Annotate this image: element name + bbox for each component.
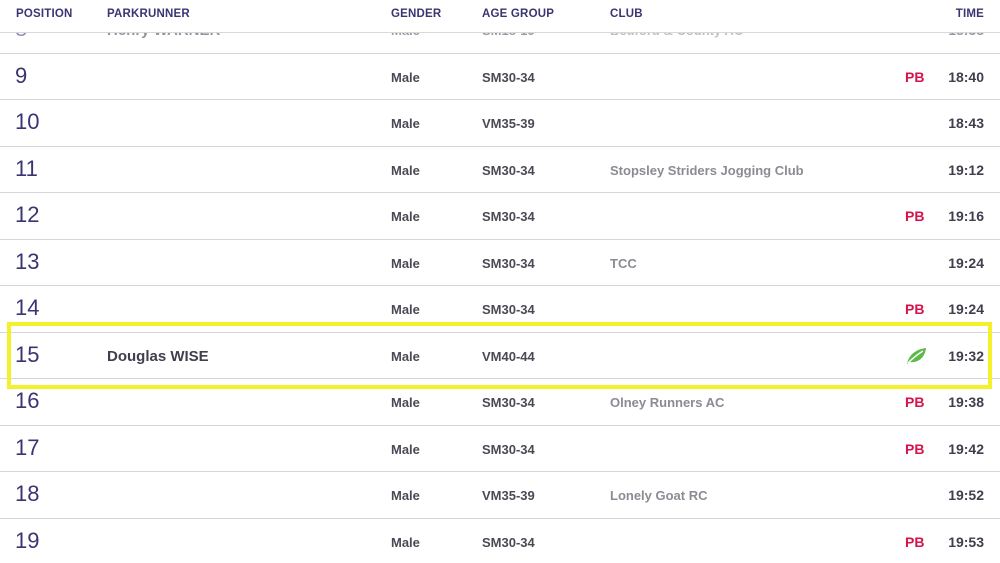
age-group-cell: SM30-34	[482, 209, 535, 224]
age-group-cell: SM30-34	[482, 302, 535, 317]
pb-badge: PB	[905, 533, 925, 550]
gender-cell: Male	[391, 116, 420, 131]
age-group-cell: SM30-34	[482, 534, 535, 550]
age-group-cell: VM35-39	[482, 116, 535, 131]
position-cell: 15	[15, 341, 40, 367]
time-cell: 19:53	[948, 533, 984, 550]
club-link[interactable]: Lonely Goat RC	[610, 488, 708, 503]
position-cell: 19	[15, 527, 40, 553]
header-club[interactable]: CLUB	[610, 8, 643, 20]
pb-badge: PB	[905, 208, 925, 224]
gender-cell: Male	[391, 69, 420, 85]
time-cell: 18:40	[948, 68, 984, 85]
pb-badge: PB	[905, 301, 925, 317]
time-cell: 19:32	[948, 347, 984, 364]
gender-cell: Male	[391, 348, 420, 364]
table-row[interactable]: 13 Male SM30-34 TCC 19:24	[0, 240, 1000, 286]
age-group-cell: VM35-39	[482, 488, 535, 503]
time-cell: 19:52	[948, 487, 984, 503]
leaf-icon	[905, 346, 927, 366]
header-time[interactable]: TIME	[956, 8, 984, 20]
time-cell: 19:24	[948, 254, 984, 271]
gender-cell: Male	[391, 534, 420, 550]
table-row[interactable]: 17 Male SM30-34 PB 19:42	[0, 426, 1000, 472]
runner-name-link[interactable]: Douglas WISE	[107, 348, 209, 365]
age-group-cell: VM40-44	[482, 348, 535, 364]
position-cell: 14	[15, 295, 40, 320]
gender-cell: Male	[391, 488, 420, 503]
time-cell: 18:43	[948, 115, 984, 131]
time-cell: 19:24	[948, 301, 984, 317]
position-cell: 16	[15, 388, 40, 413]
gender-cell: Male	[391, 209, 420, 224]
pb-badge: PB	[905, 68, 925, 85]
gender-cell: Male	[391, 162, 420, 178]
table-row[interactable]: 11 Male SM30-34 Stopsley Striders Jogging C…	[0, 147, 1000, 193]
club-link[interactable]: TCC	[610, 256, 637, 271]
position-cell: 17	[15, 434, 40, 460]
age-group-cell: SM30-34	[482, 395, 535, 410]
results-table: POSITION PARKRUNNER GENDER AGE GROUP CLU…	[0, 0, 1000, 563]
header-parkrunner[interactable]: PARKRUNNER	[107, 8, 190, 20]
time-cell: 19:12	[948, 161, 984, 178]
gender-cell: Male	[391, 441, 420, 457]
header-age-group[interactable]: AGE GROUP	[482, 8, 554, 20]
position-cell: 10	[15, 109, 40, 134]
time-cell: 19:38	[948, 394, 984, 410]
table-header: POSITION PARKRUNNER GENDER AGE GROUP CLU…	[0, 0, 1000, 33]
table-row[interactable]: 16 Male SM30-34 Olney Runners AC PB 19:38	[0, 379, 1000, 426]
table-row[interactable]: 19 Male SM30-34 PB 19:53	[0, 519, 1000, 563]
position-cell: 9	[15, 62, 28, 88]
position-cell: 13	[15, 248, 40, 274]
pb-badge: PB	[905, 394, 925, 410]
age-group-cell: SM30-34	[482, 255, 535, 271]
club-link[interactable]: Olney Runners AC	[610, 395, 724, 410]
table-row[interactable]: 14 Male SM30-34 PB 19:24	[0, 286, 1000, 333]
age-group-cell: SM30-34	[482, 441, 535, 457]
age-group-cell: SM30-34	[482, 162, 535, 178]
header-gender[interactable]: GENDER	[391, 8, 441, 20]
time-cell: 19:16	[948, 208, 984, 224]
header-position[interactable]: POSITION	[16, 8, 73, 20]
club-link[interactable]: Stopsley Striders Jogging Club	[610, 163, 804, 178]
table-row[interactable]: 18 Male VM35-39 Lonely Goat RC 19:52	[0, 472, 1000, 519]
table-row[interactable]: 9 Male SM30-34 PB 18:40	[0, 54, 1000, 100]
gender-cell: Male	[391, 395, 420, 410]
table-row[interactable]: 10 Male VM35-39 18:43	[0, 100, 1000, 147]
position-cell: 11	[15, 155, 38, 181]
gender-cell: Male	[391, 302, 420, 317]
pb-badge: PB	[905, 440, 925, 457]
position-cell: 12	[15, 202, 40, 227]
age-group-cell: SM30-34	[482, 69, 535, 85]
table-row[interactable]: 12 Male SM30-34 PB 19:16	[0, 193, 1000, 240]
time-cell: 19:42	[948, 440, 984, 457]
position-cell: 18	[15, 481, 40, 506]
table-row[interactable]: 15 Douglas WISE Male VM40-44 19:32	[0, 333, 1000, 379]
gender-cell: Male	[391, 255, 420, 271]
